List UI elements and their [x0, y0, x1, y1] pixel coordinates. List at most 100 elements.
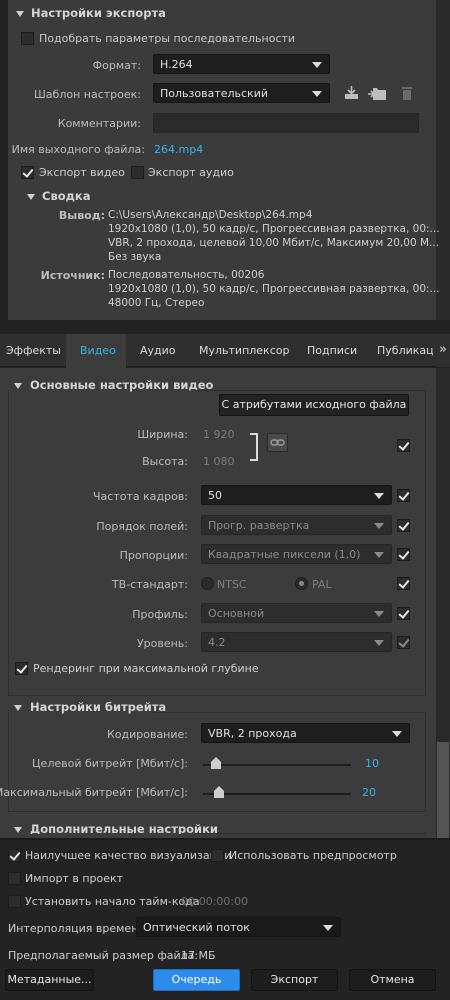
level-match-checkbox[interactable]: [397, 636, 410, 649]
max-quality-label: Наилучшее качество визуализации: [25, 849, 232, 862]
encoding-value: VBR, 2 прохода: [208, 727, 297, 740]
chevron-down-icon: [323, 925, 333, 931]
framerate-dropdown[interactable]: 50: [201, 485, 392, 505]
metadata-button[interactable]: Метаданные...: [5, 969, 94, 991]
level-dropdown[interactable]: 4.2: [201, 632, 392, 652]
output-line: VBR, 2 прохода, целевой 10,00 Мбит/с, Ма…: [108, 237, 440, 249]
tv-standard-match-checkbox[interactable]: [397, 577, 410, 590]
summary-triangle-icon[interactable]: [27, 194, 35, 200]
max-depth-label: Рендеринг при максимальной глубине: [33, 662, 259, 675]
framerate-value: 50: [208, 489, 222, 502]
use-previews-label: Использовать предпросмотр: [229, 849, 397, 862]
height-value: 1 080: [203, 455, 235, 468]
framerate-label: Частота кадров:: [92, 490, 188, 503]
output-name-link[interactable]: 264.mp4: [154, 143, 203, 156]
collapse-triangle-icon[interactable]: [14, 705, 22, 711]
dimensions-match-checkbox[interactable]: [397, 439, 410, 452]
trash-icon[interactable]: [400, 85, 414, 101]
import-preset-icon[interactable]: [367, 85, 387, 101]
max-bitrate-track[interactable]: [203, 793, 351, 795]
set-timecode-checkbox[interactable]: [8, 895, 21, 908]
export-audio-checkbox[interactable]: [131, 166, 144, 179]
comments-input[interactable]: [153, 113, 419, 133]
bottom-separator: [0, 838, 450, 840]
tab-multiplexer[interactable]: Мультиплексор: [199, 334, 289, 367]
field-order-dropdown[interactable]: Прогр. развертка: [201, 515, 392, 535]
export-video-checkbox[interactable]: [21, 166, 34, 179]
chain-link-icon[interactable]: [267, 433, 288, 452]
interpolation-dropdown[interactable]: Оптический поток: [136, 917, 341, 937]
format-value: H.264: [160, 58, 193, 71]
interpolation-value: Оптический поток: [143, 921, 250, 934]
output-name-label: Имя выходного файла:: [11, 143, 145, 156]
field-order-value: Прогр. развертка: [208, 519, 310, 532]
timecode-value: 00:00:00:00: [181, 895, 249, 908]
profile-match-checkbox[interactable]: [397, 607, 410, 620]
output-line: C:\Users\Александр\Desktop\264.mp4: [108, 209, 313, 221]
preset-dropdown[interactable]: Пользовательский: [153, 83, 330, 103]
pal-label: PAL: [312, 578, 332, 591]
tab-audio[interactable]: Аудио: [140, 334, 176, 367]
tab-publish[interactable]: Публикация: [377, 334, 433, 367]
source-line: Последовательность, 00206: [108, 269, 265, 281]
level-label: Уровень:: [136, 637, 188, 650]
aspect-dropdown[interactable]: Квадратные пиксели (1,0): [201, 544, 392, 564]
max-quality-checkbox[interactable]: [8, 849, 21, 862]
encoding-dropdown[interactable]: VBR, 2 прохода: [201, 723, 410, 743]
export-video-label: Экспорт видео: [39, 166, 125, 179]
match-source-button[interactable]: С атрибутами исходного файла: [219, 394, 409, 416]
chevron-down-icon: [392, 731, 402, 737]
format-dropdown[interactable]: H.264: [153, 54, 330, 74]
output-summary-label: Вывод:: [58, 209, 105, 222]
source-line: 48000 Гц, Стерео: [108, 297, 205, 309]
chevron-down-icon: [312, 91, 322, 97]
advanced-section-line: [195, 833, 426, 834]
profile-value: Основной: [208, 607, 265, 620]
use-previews-checkbox[interactable]: [211, 849, 224, 862]
height-label: Высота:: [142, 455, 188, 468]
export-button[interactable]: Экспорт: [251, 969, 338, 991]
queue-button[interactable]: Очередь: [153, 969, 240, 991]
target-bitrate-value[interactable]: 10: [365, 757, 379, 770]
tab-captions[interactable]: Подписи: [307, 334, 357, 367]
collapse-triangle-icon[interactable]: [14, 383, 22, 389]
slider-handle-icon: [213, 786, 224, 798]
slider-handle-icon: [210, 757, 221, 769]
pal-radio[interactable]: [295, 577, 308, 590]
collapse-triangle-icon[interactable]: [16, 11, 24, 17]
tab-effects[interactable]: Эффекты: [6, 334, 61, 367]
scrollbar-thumb[interactable]: [437, 742, 449, 840]
profile-dropdown[interactable]: Основной: [201, 603, 392, 623]
framerate-match-checkbox[interactable]: [397, 489, 410, 502]
chevron-down-icon: [374, 523, 384, 529]
aspect-label: Пропорции:: [119, 549, 188, 562]
filesize-label: Предполагаемый размер файла:: [8, 949, 199, 962]
tv-standard-label: ТВ-стандарт:: [111, 578, 188, 591]
ntsc-radio[interactable]: [201, 577, 214, 590]
tabs-overflow-icon[interactable]: »: [436, 334, 450, 367]
target-bitrate-handle[interactable]: [210, 757, 221, 769]
field-order-label: Порядок полей:: [96, 520, 188, 533]
max-depth-checkbox[interactable]: [15, 662, 28, 675]
aspect-value: Квадратные пиксели (1,0): [208, 548, 361, 561]
section-divider-top: [195, 390, 426, 391]
match-sequence-checkbox[interactable]: [21, 32, 34, 45]
max-bitrate-handle[interactable]: [213, 786, 224, 798]
section-divider-top: [152, 712, 426, 713]
field-order-match-checkbox[interactable]: [397, 519, 410, 532]
save-preset-icon[interactable]: [343, 85, 361, 101]
export-settings-title: Настройки экспорта: [31, 6, 166, 20]
max-bitrate-value[interactable]: 20: [362, 786, 376, 799]
source-summary-label: Источник:: [40, 269, 105, 282]
tab-video[interactable]: Видео: [80, 334, 116, 367]
output-line: 1920x1080 (1,0), 50 кадр/с, Прогрессивна…: [108, 223, 440, 235]
target-bitrate-track[interactable]: [203, 764, 351, 766]
import-project-checkbox[interactable]: [8, 872, 21, 885]
source-line: 1920x1080 (1,0), 50 кадр/с, Прогрессивна…: [108, 283, 440, 295]
target-bitrate-label: Целевой битрейт [Мбит/с]:: [32, 757, 188, 770]
aspect-match-checkbox[interactable]: [397, 548, 410, 561]
cancel-button[interactable]: Отмена: [349, 969, 436, 991]
collapse-triangle-icon[interactable]: [14, 827, 22, 833]
panel-right-scroll-gutter: [436, 0, 450, 320]
chevron-down-icon: [374, 552, 384, 558]
